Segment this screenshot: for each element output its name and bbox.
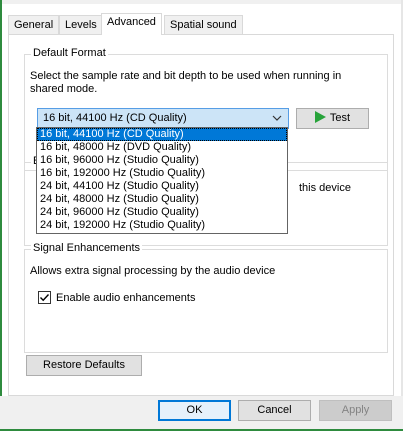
- dropdown-option[interactable]: 16 bit, 44100 Hz (CD Quality): [37, 128, 287, 141]
- signal-enhancements-description: Allows extra signal processing by the au…: [30, 265, 276, 277]
- checkmark-icon: [40, 294, 50, 302]
- dropdown-option[interactable]: 16 bit, 192000 Hz (Studio Quality): [37, 167, 287, 180]
- sample-rate-select[interactable]: 16 bit, 44100 Hz (CD Quality): [37, 108, 289, 129]
- exclusive-mode-text-fragment: this device: [299, 182, 351, 194]
- window-border-left: [0, 0, 2, 431]
- chevron-down-icon: [272, 115, 282, 121]
- apply-button[interactable]: Apply: [319, 400, 392, 421]
- default-format-title: Default Format: [31, 47, 108, 59]
- tab-spatial-sound[interactable]: Spatial sound: [164, 15, 243, 34]
- tab-advanced[interactable]: Advanced: [101, 13, 162, 35]
- dropdown-option[interactable]: 24 bit, 96000 Hz (Studio Quality): [37, 206, 287, 219]
- cancel-button[interactable]: Cancel: [238, 400, 311, 421]
- title-bar-remnant: [0, 0, 403, 4]
- dropdown-option[interactable]: 24 bit, 44100 Hz (Studio Quality): [37, 180, 287, 193]
- sample-rate-selected-value: 16 bit, 44100 Hz (CD Quality): [43, 112, 187, 124]
- sample-rate-dropdown-list[interactable]: 16 bit, 44100 Hz (CD Quality) 16 bit, 48…: [36, 127, 288, 234]
- dropdown-option[interactable]: 24 bit, 192000 Hz (Studio Quality): [37, 219, 287, 232]
- restore-defaults-button[interactable]: Restore Defaults: [26, 355, 142, 376]
- enable-enhancements-checkbox[interactable]: [38, 291, 51, 304]
- default-format-description: Select the sample rate and bit depth to …: [30, 70, 342, 95]
- signal-enhancements-title: Signal Enhancements: [31, 242, 143, 254]
- tab-levels[interactable]: Levels: [59, 15, 103, 34]
- tab-general[interactable]: General: [8, 15, 60, 34]
- test-button-label: Test: [329, 112, 351, 124]
- dropdown-option[interactable]: 16 bit, 48000 Hz (DVD Quality): [37, 141, 287, 154]
- play-icon: [314, 111, 326, 124]
- test-button[interactable]: Test: [296, 108, 369, 129]
- dropdown-option[interactable]: 24 bit, 48000 Hz (Studio Quality): [37, 193, 287, 206]
- ok-button[interactable]: OK: [158, 400, 231, 421]
- dropdown-option[interactable]: 16 bit, 96000 Hz (Studio Quality): [37, 154, 287, 167]
- enable-enhancements-label[interactable]: Enable audio enhancements: [56, 292, 195, 304]
